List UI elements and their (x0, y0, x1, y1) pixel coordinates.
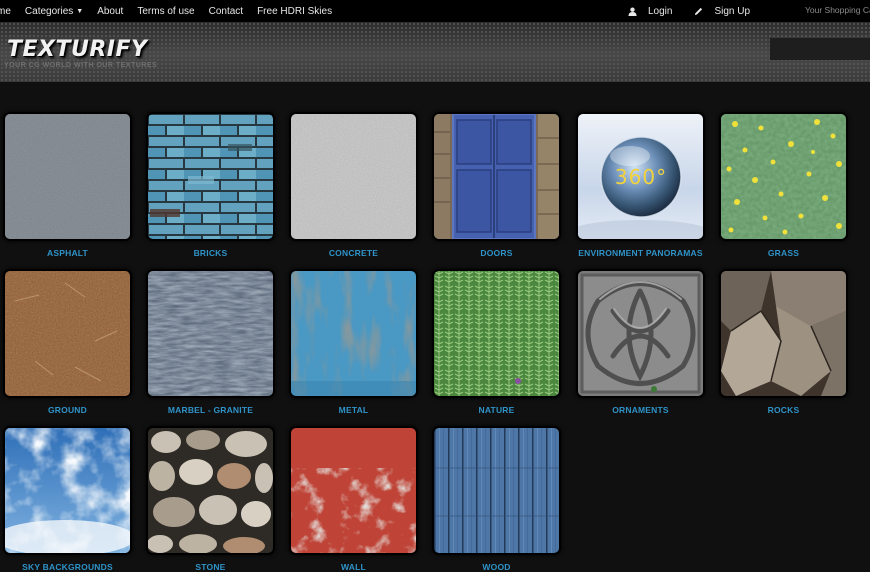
category-tile-wood[interactable]: WOOD (432, 426, 561, 572)
asphalt-texture (5, 114, 130, 239)
category-thumbnail[interactable] (719, 112, 848, 241)
category-thumbnail[interactable] (289, 426, 418, 555)
category-label[interactable]: GRASS (719, 248, 848, 258)
category-label[interactable]: DOORS (432, 248, 561, 258)
granite-texture (148, 271, 273, 396)
category-label[interactable]: WOOD (432, 562, 561, 572)
nature-texture (434, 271, 559, 396)
category-tile-rocks[interactable]: ROCKS (719, 269, 848, 415)
wall-texture (291, 428, 416, 553)
category-tile-sky-backgrounds[interactable]: SKY BACKGROUNDS (3, 426, 132, 572)
category-thumbnail[interactable] (289, 112, 418, 241)
category-thumbnail[interactable] (289, 269, 418, 398)
category-thumbnail[interactable] (146, 112, 275, 241)
category-grid: ASPHALT BRICKS CONCRETE DOORS 360° ENVIR… (0, 0, 870, 572)
doors-texture (434, 114, 559, 239)
category-thumbnail[interactable] (146, 426, 275, 555)
panorama-sphere-image: 360° (578, 114, 703, 239)
category-tile-stone[interactable]: STONE (146, 426, 275, 572)
stone-texture (148, 428, 273, 553)
category-thumbnail[interactable] (3, 426, 132, 555)
category-label[interactable]: MARBEL - GRANITE (146, 405, 275, 415)
category-thumbnail[interactable] (3, 112, 132, 241)
category-tile-ground[interactable]: GROUND (3, 269, 132, 415)
category-label[interactable]: ORNAMENTS (576, 405, 705, 415)
category-tile-asphalt[interactable]: ASPHALT (3, 112, 132, 258)
grass-texture (721, 114, 846, 239)
category-tile-wall[interactable]: WALL (289, 426, 418, 572)
category-thumbnail[interactable] (576, 269, 705, 398)
category-label[interactable]: ENVIRONMENT PANORAMAS (576, 248, 705, 258)
category-label[interactable]: SKY BACKGROUNDS (3, 562, 132, 572)
category-tile-ornaments[interactable]: ORNAMENTS (576, 269, 705, 415)
ground-texture (5, 271, 130, 396)
category-label[interactable]: BRICKS (146, 248, 275, 258)
category-tile-concrete[interactable]: CONCRETE (289, 112, 418, 258)
category-tile-marbel-granite[interactable]: MARBEL - GRANITE (146, 269, 275, 415)
bricks-texture (148, 114, 273, 239)
category-thumbnail[interactable] (432, 426, 561, 555)
panorama-badge: 360° (615, 165, 667, 189)
rocks-texture (721, 271, 846, 396)
category-tile-nature[interactable]: NATURE (432, 269, 561, 415)
wood-texture (434, 428, 559, 553)
category-label[interactable]: ASPHALT (3, 248, 132, 258)
category-thumbnail[interactable] (146, 269, 275, 398)
metal-texture (291, 271, 416, 396)
ornaments-texture (578, 271, 703, 396)
category-thumbnail[interactable] (3, 269, 132, 398)
category-label[interactable]: NATURE (432, 405, 561, 415)
category-tile-metal[interactable]: METAL (289, 269, 418, 415)
sky-texture (5, 428, 130, 553)
category-tile-environment-panoramas[interactable]: 360° ENVIRONMENT PANORAMAS (576, 112, 705, 258)
category-tile-doors[interactable]: DOORS (432, 112, 561, 258)
category-label[interactable]: METAL (289, 405, 418, 415)
category-label[interactable]: GROUND (3, 405, 132, 415)
category-thumbnail[interactable] (432, 112, 561, 241)
category-tile-grass[interactable]: GRASS (719, 112, 848, 258)
category-thumbnail[interactable] (432, 269, 561, 398)
category-thumbnail[interactable]: 360° (576, 112, 705, 241)
category-label[interactable]: WALL (289, 562, 418, 572)
concrete-texture (291, 114, 416, 239)
category-thumbnail[interactable] (719, 269, 848, 398)
category-label[interactable]: ROCKS (719, 405, 848, 415)
category-tile-bricks[interactable]: BRICKS (146, 112, 275, 258)
category-label[interactable]: STONE (146, 562, 275, 572)
category-label[interactable]: CONCRETE (289, 248, 418, 258)
